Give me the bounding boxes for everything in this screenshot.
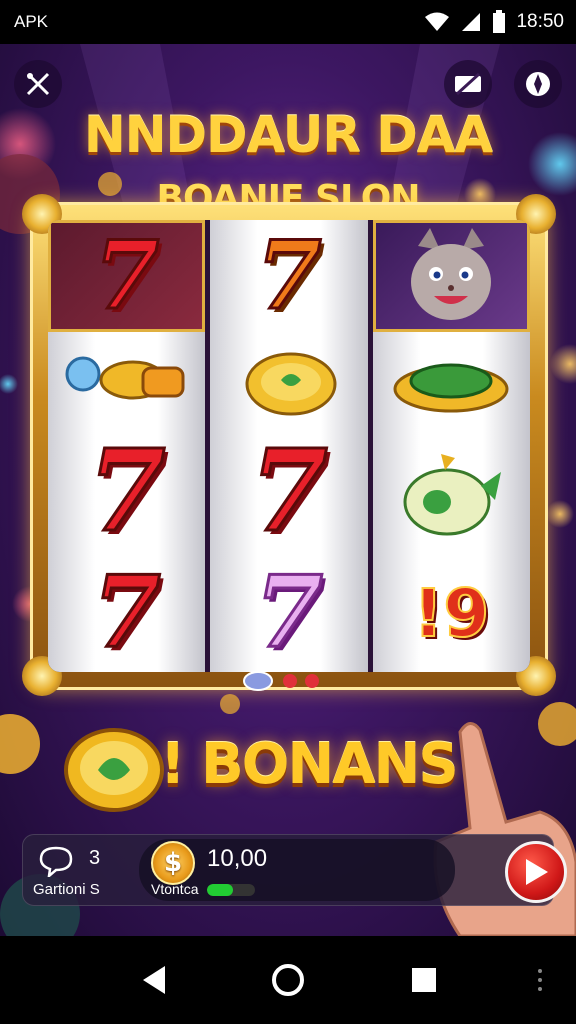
chat-count: 3 xyxy=(89,847,101,869)
tools-button[interactable] xyxy=(14,60,62,108)
symbol-seven-red: 7 xyxy=(249,426,330,557)
status-bar: APK 18:50 xyxy=(0,0,576,44)
status-icons: 18:50 xyxy=(424,8,564,36)
symbol-seven-red: 7 xyxy=(91,555,162,670)
status-app-label: APK xyxy=(14,12,49,31)
symbol-gold-coin xyxy=(210,336,367,432)
progress-fill xyxy=(207,884,234,896)
symbol-green-leaf-plate xyxy=(373,336,530,432)
play-icon xyxy=(526,859,548,885)
cat-face-icon xyxy=(411,228,492,320)
screen-icon xyxy=(455,72,481,96)
reel-1: 7 7 7 xyxy=(48,220,206,672)
chat-button[interactable]: 3 Gartioni S xyxy=(33,845,129,901)
symbol-seven-red: 7 xyxy=(86,426,167,557)
status-time: 18:50 xyxy=(516,11,564,32)
back-button[interactable] xyxy=(132,958,176,1002)
reel-3: !9 xyxy=(372,220,530,672)
symbol-green-fruit xyxy=(373,432,530,552)
wifi-icon xyxy=(425,12,450,31)
compass-button[interactable] xyxy=(514,60,562,108)
gold-coin-icon xyxy=(245,352,337,416)
symbol-seven-orange: 7 xyxy=(255,221,323,331)
reel-2: 7 7 7 xyxy=(210,220,368,672)
symbol-seven-pink: 7 xyxy=(253,555,324,670)
bonus-banner: ! BONANS xyxy=(160,732,459,797)
tools-icon xyxy=(26,72,50,96)
recents-button[interactable] xyxy=(402,958,446,1002)
symbol-coin-bullet xyxy=(48,336,205,432)
coin-bullet-icon xyxy=(65,356,185,400)
recents-icon xyxy=(412,968,436,992)
coin-icon: $ xyxy=(151,841,195,885)
balance-value: 10,00 xyxy=(207,845,268,872)
compass-icon xyxy=(526,72,550,96)
chat-icon xyxy=(39,846,73,877)
symbol-red-coin: !9 xyxy=(412,574,490,653)
balance-label: Vtontca xyxy=(151,881,199,897)
menu-dots-icon xyxy=(538,969,542,991)
signal-icon xyxy=(462,13,481,31)
game-title: NNDDAUR DAA xyxy=(83,106,493,164)
symbol-seven-red: 7 xyxy=(48,220,206,332)
navigation-bar xyxy=(0,936,576,1024)
progress-bar xyxy=(207,884,255,896)
reels[interactable]: 7 7 7 7 7 7 !9 xyxy=(48,220,530,672)
menu-dots-button[interactable] xyxy=(518,958,562,1002)
symbol-cat-face xyxy=(372,220,530,332)
home-button[interactable] xyxy=(266,958,310,1002)
screen-button[interactable] xyxy=(444,60,492,108)
control-panel: 3 Gartioni S $ 10,00 Vtontca xyxy=(22,834,567,906)
spin-button[interactable] xyxy=(505,841,567,903)
frame-gems xyxy=(243,671,319,691)
balance-display: $ 10,00 Vtontca xyxy=(139,839,567,903)
leaf-plate-icon xyxy=(393,363,509,413)
back-icon xyxy=(143,966,165,994)
chat-label: Gartioni S xyxy=(33,881,100,898)
game-screen: NNDDAUR DAA BOANIE SLON 7 7 7 7 7 7 !9 !… xyxy=(0,44,576,936)
green-fruit-icon xyxy=(403,454,502,536)
battery-icon xyxy=(493,10,506,33)
bonus-coin-icon xyxy=(64,728,164,812)
home-icon xyxy=(272,964,304,996)
